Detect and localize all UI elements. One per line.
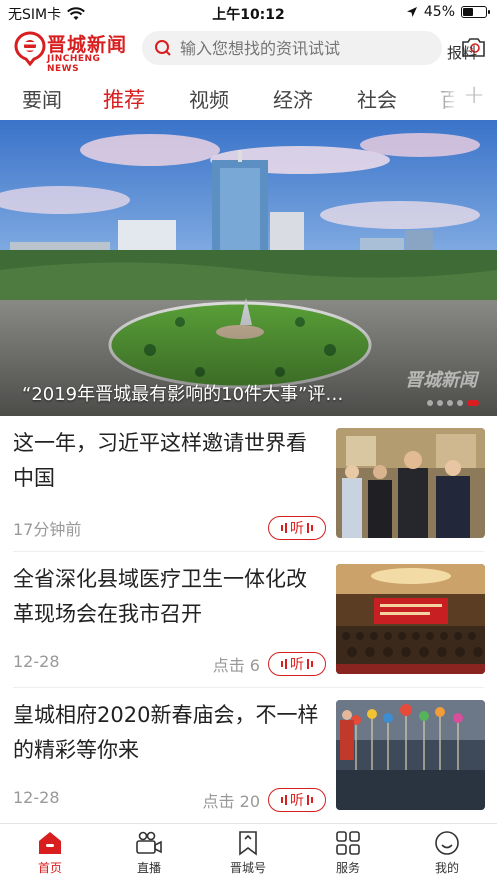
nav-services[interactable]: 服务 [308, 830, 388, 876]
search-input[interactable] [180, 38, 430, 58]
grid-icon [336, 831, 360, 855]
logo-subtitle: JINCHENG NEWS [47, 54, 101, 74]
nav-live-label: 直播 [136, 861, 161, 875]
listen-button[interactable]: 听 [268, 652, 326, 676]
news-title: 皇城相府2020新春庙会，不一样的精彩等你来 [13, 703, 319, 762]
listen-label: 听 [290, 793, 304, 809]
sound-left-icon [281, 795, 287, 805]
report-label: 报料 [447, 44, 478, 62]
bookmark-icon [239, 831, 257, 856]
battery-percent: 45% [423, 4, 455, 20]
sound-left-icon [281, 659, 287, 669]
battery-icon [461, 6, 490, 18]
listen-button[interactable]: 听 [268, 788, 326, 812]
sound-right-icon [307, 659, 313, 669]
news-item[interactable]: 皇城相府2020新春庙会，不一样的精彩等你来 12-28 点击 20 听 [0, 688, 497, 824]
search-icon [155, 40, 171, 56]
sound-left-icon [281, 523, 287, 533]
listen-label: 听 [290, 521, 304, 537]
news-thumbnail [336, 428, 485, 538]
carousel-dot[interactable] [437, 400, 443, 406]
tab-shipin[interactable]: 视频 [189, 84, 229, 113]
nav-home[interactable]: 首页 [10, 830, 90, 876]
news-time: 12-28 [13, 652, 60, 671]
nav-profile[interactable]: 我的 [407, 830, 487, 876]
carousel-dot[interactable] [427, 400, 433, 406]
news-time: 17分钟前 [13, 520, 82, 539]
nav-services-label: 服务 [335, 861, 360, 875]
profile-icon [435, 831, 459, 855]
app-header: 晋城新闻 JINCHENG NEWS 报料 [0, 26, 497, 74]
tab-fade [425, 76, 459, 120]
banner-caption: “2019年晋城最有影响的10件大事”评… [22, 384, 344, 405]
home-icon [39, 832, 61, 854]
tab-jingji[interactable]: 经济 [273, 84, 313, 113]
status-bar: 无SIM卡 上午10:12 45% [0, 0, 497, 26]
tab-tuijian[interactable]: 推荐 [103, 84, 145, 114]
click-count: 点击 20 [202, 792, 260, 811]
news-thumbnail [336, 564, 485, 674]
search-bar[interactable] [142, 31, 442, 65]
click-count: 点击 6 [212, 656, 260, 675]
bottom-tab-bar: 首页 直播 晋城号 服务 我的 [0, 823, 497, 883]
listen-button[interactable]: 听 [268, 516, 326, 540]
news-item[interactable]: 全省深化县域医疗卫生一体化改革现场会在我市召开 12-28 点击 6 听 [0, 552, 497, 688]
carousel-dot[interactable] [457, 400, 463, 406]
tab-shehui[interactable]: 社会 [357, 84, 397, 113]
sound-right-icon [307, 523, 313, 533]
hero-banner[interactable]: “2019年晋城最有影响的10件大事”评… 晋城新闻 [0, 120, 497, 416]
live-camera-icon [136, 831, 162, 854]
news-title: 全省深化县域医疗卫生一体化改革现场会在我市召开 [13, 567, 307, 626]
add-channel-icon[interactable]: + [463, 80, 485, 110]
location-arrow-icon [406, 7, 417, 17]
carousel-dot[interactable] [447, 400, 453, 406]
news-title: 这一年，习近平这样邀请世界看中国 [13, 431, 307, 490]
listen-label: 听 [290, 657, 304, 673]
news-time: 12-28 [13, 788, 60, 807]
nav-profile-label: 我的 [434, 861, 459, 875]
report-button[interactable]: 报料 [447, 34, 487, 64]
nav-jinchenghao[interactable]: 晋城号 [208, 830, 288, 876]
sound-right-icon [307, 795, 313, 805]
logo-mark-icon [14, 31, 46, 66]
nav-home-label: 首页 [37, 861, 62, 875]
news-thumbnail [336, 700, 485, 810]
nav-jinchenghao-label: 晋城号 [229, 861, 266, 875]
logo-name: 晋城新闻 [47, 34, 128, 56]
tab-yaowen[interactable]: 要闻 [22, 84, 62, 113]
nav-live[interactable]: 直播 [109, 830, 189, 876]
carousel-dot[interactable] [467, 400, 479, 406]
channel-tabs: 要闻 推荐 视频 经济 社会 百 + [0, 76, 497, 120]
app-logo[interactable]: 晋城新闻 JINCHENG NEWS [14, 30, 134, 74]
banner-watermark: 晋城新闻 [405, 370, 477, 391]
carousel-indicator[interactable] [427, 400, 479, 406]
news-item[interactable]: 这一年，习近平这样邀请世界看中国 17分钟前 听 [0, 416, 497, 552]
